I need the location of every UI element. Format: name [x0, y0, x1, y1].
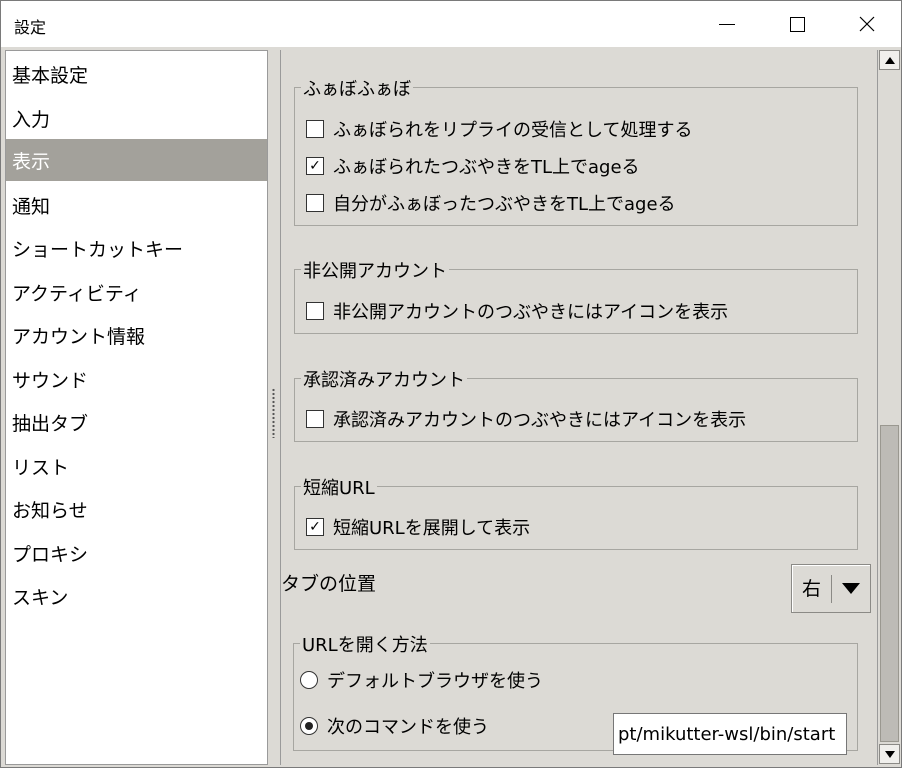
checkbox-checked-icon: ✓	[306, 518, 324, 536]
arrow-up-icon	[884, 56, 895, 64]
checkbox-icon	[306, 410, 324, 428]
sidebar-item-label: 入力	[12, 108, 51, 131]
option-label: 次のコマンドを使う	[327, 717, 489, 738]
short-url-group: 短縮URL ✓ 短縮URLを展開して表示	[294, 474, 858, 550]
sidebar-item-sound[interactable]: サウンド	[6, 358, 267, 400]
expand-url-checkbox[interactable]: ✓ 短縮URLを展開して表示	[306, 514, 530, 540]
option-label: 自分がふぁぼったつぶやきをTL上でageる	[333, 194, 676, 215]
fav-age-checkbox[interactable]: ✓ ふぁぼられたつぶやきをTL上でageる	[306, 153, 640, 179]
checkbox-icon	[306, 302, 324, 320]
sidebar-item-label: アクティビティ	[12, 282, 142, 305]
sidebar-item-label: スキン	[12, 586, 69, 609]
private-account-group: 非公開アカウント 非公開アカウントのつぶやきにはアイコンを表示	[294, 257, 858, 334]
verified-account-group: 承認済みアカウント 承認済みアカウントのつぶやきにはアイコンを表示	[294, 366, 858, 442]
minimize-button[interactable]	[704, 1, 750, 47]
sidebar-item-notification[interactable]: 通知	[6, 184, 267, 226]
sidebar-item-label: ショートカットキー	[12, 238, 184, 261]
fav-reply-checkbox[interactable]: ふぁぼられをリプライの受信として処理する	[306, 116, 692, 142]
default-browser-radio[interactable]: デフォルトブラウザを使う	[300, 667, 543, 693]
option-label: ふぁぼられたつぶやきをTL上でageる	[333, 157, 640, 178]
fav-self-age-checkbox[interactable]: 自分がふぁぼったつぶやきをTL上でageる	[306, 190, 676, 216]
dropdown-arrow-icon	[832, 583, 870, 594]
sidebar-item-label: 通知	[12, 195, 51, 218]
vertical-scrollbar[interactable]	[877, 50, 901, 765]
group-title: 短縮URL	[301, 474, 377, 500]
checkbox-icon	[306, 194, 324, 212]
window-title: 設定	[14, 18, 47, 37]
sidebar-item-skin[interactable]: スキン	[6, 575, 267, 617]
maximize-button[interactable]	[774, 1, 820, 47]
maximize-icon	[789, 16, 805, 32]
option-label: デフォルトブラウザを使う	[327, 671, 543, 692]
sidebar-item-basic[interactable]: 基本設定	[6, 53, 267, 95]
settings-content: ふぁぼふぁぼ ふぁぼられをリプライの受信として処理する ✓ ふぁぼられたつぶやき…	[280, 50, 877, 765]
command-radio[interactable]: 次のコマンドを使う	[300, 713, 489, 739]
sidebar-item-shortcut[interactable]: ショートカットキー	[6, 227, 267, 269]
radio-selected-icon	[300, 717, 318, 735]
option-label: 短縮URLを展開して表示	[333, 518, 531, 539]
sidebar-item-label: サウンド	[12, 369, 89, 392]
private-icon-checkbox[interactable]: 非公開アカウントのつぶやきにはアイコンを表示	[306, 298, 728, 324]
scroll-up-button[interactable]	[879, 50, 900, 70]
sidebar-item-label: アカウント情報	[12, 325, 146, 348]
group-title: 承認済みアカウント	[301, 366, 467, 392]
scrollbar-thumb[interactable]	[880, 425, 899, 742]
sidebar-item-announcements[interactable]: お知らせ	[6, 488, 267, 530]
pane-splitter[interactable]	[268, 50, 280, 765]
checkbox-checked-icon: ✓	[306, 157, 324, 175]
group-title: URLを開く方法	[300, 631, 430, 657]
sidebar-item-input[interactable]: 入力	[6, 97, 267, 139]
minimize-icon	[719, 23, 735, 25]
title-bar: 設定	[1, 1, 901, 47]
option-label: 承認済みアカウントのつぶやきにはアイコンを表示	[333, 410, 747, 431]
open-url-group: URLを開く方法 デフォルトブラウザを使う 次のコマンドを使う	[293, 631, 858, 755]
settings-sidebar: 基本設定 入力 表示 通知 ショートカットキー アクティビティ アカウント情報 …	[5, 50, 268, 765]
tab-position-label: タブの位置	[281, 573, 377, 595]
tab-position-select[interactable]: 右	[791, 564, 871, 613]
sidebar-item-label: 基本設定	[12, 64, 89, 87]
verified-icon-checkbox[interactable]: 承認済みアカウントのつぶやきにはアイコンを表示	[306, 406, 746, 432]
group-title: 非公開アカウント	[301, 257, 449, 283]
sidebar-item-label: リスト	[12, 456, 70, 479]
sidebar-item-list[interactable]: リスト	[6, 445, 267, 487]
sidebar-item-label: プロキシ	[12, 543, 89, 566]
option-label: 非公開アカウントのつぶやきにはアイコンを表示	[333, 302, 729, 323]
close-icon	[859, 16, 875, 32]
option-label: ふぁぼられをリプライの受信として処理する	[333, 120, 693, 141]
sidebar-item-label: 表示	[12, 150, 51, 173]
sidebar-item-label: お知らせ	[12, 499, 88, 522]
group-title: ふぁぼふぁぼ	[301, 75, 413, 101]
radio-icon	[300, 671, 318, 689]
sidebar-item-proxy[interactable]: プロキシ	[6, 532, 267, 574]
splitter-grip-icon	[272, 388, 275, 438]
scroll-down-button[interactable]	[879, 744, 900, 764]
sidebar-item-label: 抽出タブ	[12, 412, 89, 435]
fav-group: ふぁぼふぁぼ ふぁぼられをリプライの受信として処理する ✓ ふぁぼられたつぶやき…	[294, 75, 858, 226]
arrow-down-icon	[884, 750, 895, 758]
close-button[interactable]	[844, 1, 890, 47]
sidebar-item-activity[interactable]: アクティビティ	[6, 271, 267, 313]
sidebar-item-display[interactable]: 表示	[6, 139, 267, 181]
sidebar-item-extract-tab[interactable]: 抽出タブ	[6, 401, 267, 443]
settings-window: 設定 基本設定 入力 表示 通知 ショートカットキー アクティビティ アカウント…	[0, 0, 902, 768]
command-input[interactable]	[613, 713, 847, 755]
checkbox-icon	[306, 120, 324, 138]
sidebar-item-account-info[interactable]: アカウント情報	[6, 314, 267, 356]
tab-position-value: 右	[792, 574, 832, 603]
